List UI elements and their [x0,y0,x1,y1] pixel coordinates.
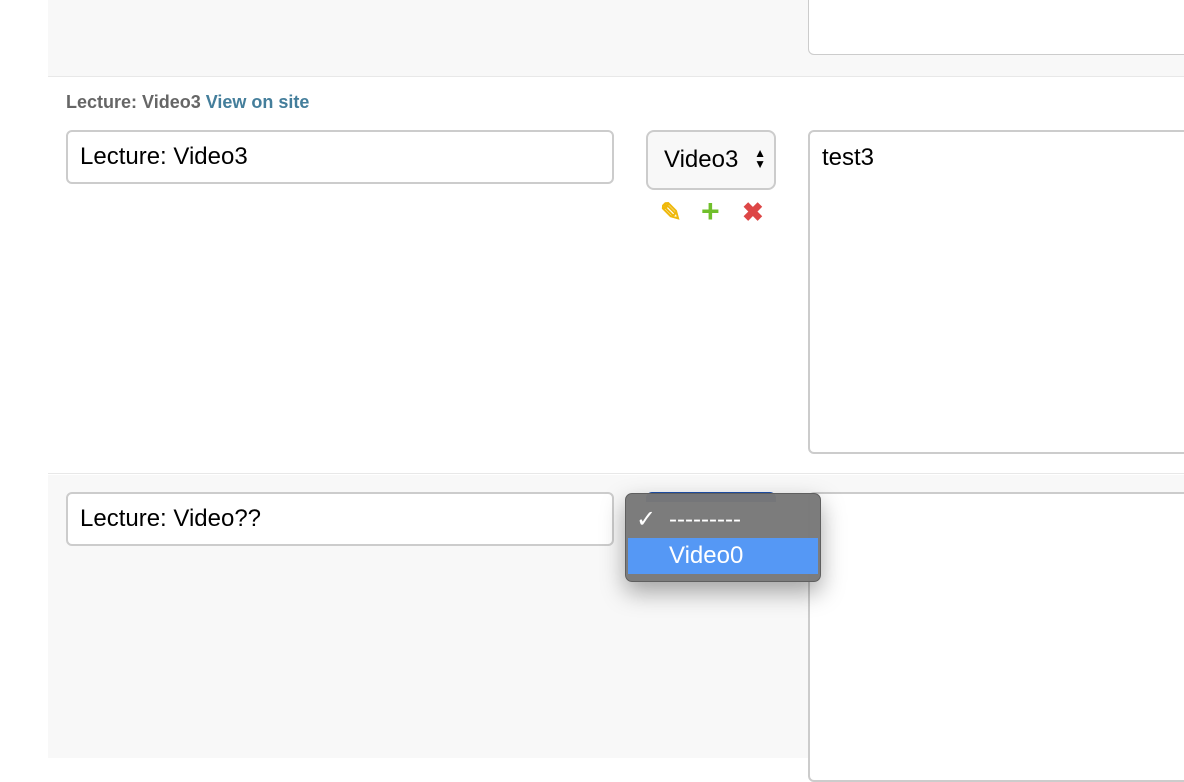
title-input-new[interactable]: Lecture: Video?? [66,492,614,546]
notes-textarea-value: test3 [822,144,875,171]
video-select-dropdown: ✓ --------- Video0 [625,493,821,582]
up-down-arrows-icon: ▲ ▼ [754,146,766,171]
title-input-new-value: Lecture: Video?? [80,505,262,532]
checkmark-icon: ✓ [636,506,657,533]
dropdown-option-label: Video0 [669,542,744,569]
video-select-value: Video3 [664,146,739,173]
pencil-icon[interactable]: ✎ [660,199,682,225]
dropdown-option-empty[interactable]: ✓ --------- [626,502,820,538]
notes-textarea[interactable]: test3 [808,130,1184,454]
video-select[interactable]: Video3 ▲ ▼ [646,130,776,190]
notes-textarea-previous[interactable] [808,0,1184,55]
row-heading-title: Lecture: Video3 [66,92,201,112]
close-icon[interactable]: ✖ [742,199,764,225]
title-input-value: Lecture: Video3 [80,143,248,170]
plus-icon[interactable]: + [701,195,720,227]
dropdown-option-video0[interactable]: Video0 [628,538,818,574]
inline-row-heading: Lecture: Video3 View on site [66,92,309,113]
view-on-site-link[interactable]: View on site [206,92,310,112]
title-input[interactable]: Lecture: Video3 [66,130,614,184]
dropdown-option-label: --------- [669,506,741,533]
notes-textarea-new[interactable] [808,492,1184,782]
